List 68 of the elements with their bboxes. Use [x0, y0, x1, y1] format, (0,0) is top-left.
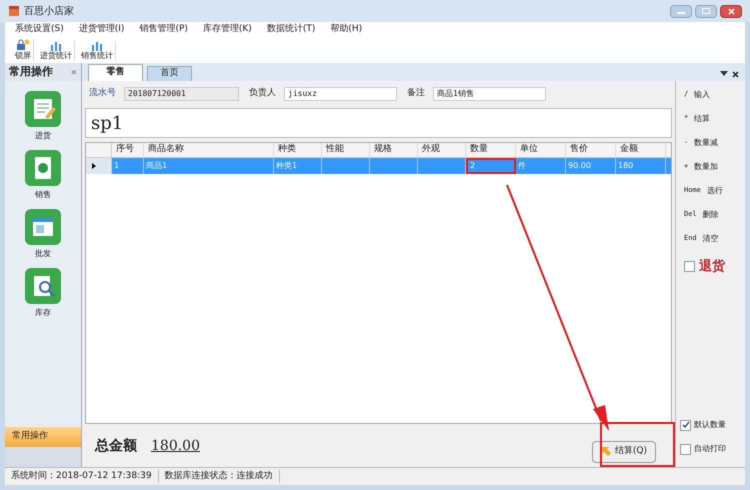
option-label: 默认数量 — [694, 419, 726, 431]
column-header[interactable]: 规格 — [370, 143, 418, 157]
note-icon — [25, 91, 61, 127]
text-field[interactable]: 商品1销售 — [433, 87, 546, 101]
field-label: 负责人 — [249, 87, 276, 100]
sidebar-item[interactable]: 批发 — [25, 209, 61, 260]
status-text: 系统时间：2018-07-12 17:38:39 — [5, 470, 159, 484]
table-cell: 件 — [518, 160, 526, 172]
sidebar-footer-tab[interactable]: 常用操作 — [5, 427, 81, 447]
close-icon[interactable] — [732, 71, 739, 78]
tab[interactable]: 首页 — [147, 66, 192, 81]
field-label: 备注 — [407, 87, 425, 100]
column-header[interactable]: 外观 — [418, 143, 466, 157]
status-text: 数据库连接状态：连接成功 — [158, 470, 280, 484]
bar-chart-icon — [50, 41, 62, 51]
menu-item[interactable]: 销售管理(P) — [139, 22, 188, 36]
lock-icon — [16, 39, 30, 51]
sidebar-item[interactable]: 进货 — [25, 91, 61, 142]
window-title: 百思小店家 — [24, 4, 74, 18]
toolbar-button[interactable]: 锁屏 — [13, 39, 34, 61]
close-button[interactable] — [720, 4, 742, 18]
table-cell: 90.00 — [568, 160, 591, 172]
toolbar-button[interactable]: 进货统计 — [38, 41, 75, 61]
checkbox[interactable] — [684, 261, 695, 272]
menu-item[interactable]: 进货管理(I) — [78, 22, 124, 36]
checked-checkbox[interactable] — [680, 420, 691, 430]
menu-item[interactable]: 系统设置(S) — [15, 22, 64, 36]
column-header[interactable]: 种类 — [274, 143, 322, 157]
collapse-button[interactable]: « — [70, 64, 77, 80]
table-cell: 180 — [618, 160, 634, 172]
bar-chart-icon — [91, 41, 103, 51]
table-cell: 2 — [470, 160, 476, 172]
checkbox[interactable] — [680, 444, 691, 454]
total-label: 总金额 — [95, 436, 137, 456]
close-icon — [728, 8, 734, 14]
check-icon — [682, 421, 690, 429]
table-cell: 1 — [114, 160, 120, 172]
sidebar-item[interactable]: 销售 — [25, 150, 61, 201]
menu-item[interactable]: 帮助(H) — [330, 22, 362, 36]
column-header[interactable]: 售价 — [566, 143, 616, 157]
column-header[interactable]: 商品名称 — [144, 143, 274, 157]
total-amount: 180.00 — [151, 436, 200, 456]
dropdown-icon[interactable] — [720, 71, 728, 76]
toolbar-button[interactable]: 销售统计 — [79, 41, 116, 61]
sidebar-title: 常用操作 — [9, 64, 53, 80]
menu-item[interactable]: 库存管理(K) — [202, 22, 252, 36]
column-header[interactable]: 单位 — [516, 143, 566, 157]
tab[interactable]: 零售 — [88, 64, 143, 81]
sidebar-item[interactable]: 库存 — [25, 268, 61, 319]
column-header[interactable]: 性能 — [322, 143, 370, 157]
table-cell: 商品1 — [146, 160, 168, 172]
checkout-button[interactable]: 结算(Q) — [592, 441, 656, 463]
arrow-icon — [600, 447, 611, 457]
search-icon — [25, 268, 61, 304]
menu-item[interactable]: 数据统计(T) — [266, 22, 316, 36]
return-goods-label: 退货 — [699, 258, 725, 276]
text-field[interactable]: jisuxz — [284, 87, 397, 101]
option-label: 自动打印 — [694, 443, 726, 455]
field-label: 流水号 — [89, 87, 116, 100]
table-cell: 种类1 — [276, 160, 298, 172]
window-icon — [25, 209, 61, 245]
column-header[interactable]: 金额 — [616, 143, 666, 157]
column-header[interactable]: 序号 — [112, 143, 144, 157]
text-field[interactable]: 201807120001 — [124, 87, 239, 101]
column-header[interactable]: 数量 — [466, 143, 516, 157]
app-icon — [8, 5, 20, 17]
row-pointer-icon — [92, 163, 96, 169]
scan-input-field[interactable]: sp1 — [85, 108, 672, 138]
